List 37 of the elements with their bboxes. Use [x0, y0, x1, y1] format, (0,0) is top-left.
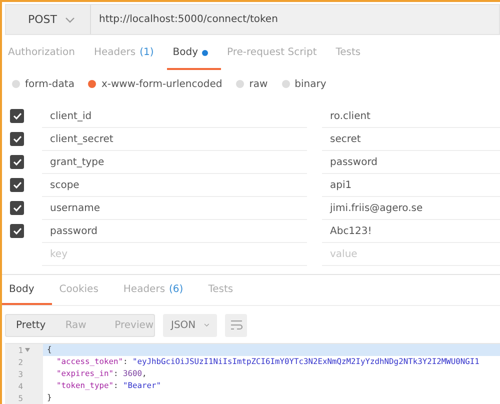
param-key-field[interactable]: client_secret	[42, 128, 307, 152]
param-key-field[interactable]: username	[42, 197, 307, 220]
view-mode-option[interactable]: Pretty	[6, 314, 56, 336]
format-dropdown[interactable]: JSON	[163, 314, 217, 337]
param-key-field[interactable]: scope	[42, 174, 307, 198]
param-value-field[interactable]: password	[322, 151, 500, 174]
body-type-radio[interactable]: x-www-form-urlencoded	[88, 78, 222, 90]
param-value-field[interactable]: Abc123!	[322, 220, 500, 244]
param-value-field[interactable]: secret	[322, 128, 500, 152]
checkmark-icon	[12, 227, 22, 236]
param-checkbox[interactable]	[10, 155, 24, 170]
param-checkbox[interactable]	[10, 109, 24, 124]
param-value-field[interactable]: api1	[322, 174, 500, 198]
chevron-down-icon	[204, 322, 209, 328]
response-tab[interactable]: Body	[2, 277, 52, 305]
param-checkbox[interactable]	[10, 132, 24, 146]
checkmark-icon	[12, 135, 22, 144]
body-type-radio[interactable]: raw	[236, 78, 268, 90]
body-type-radio[interactable]: form-data	[12, 78, 74, 90]
count-label: (6)	[169, 284, 184, 296]
param-value-field[interactable]: jimi.friis@agero.se	[322, 197, 500, 220]
param-checkbox[interactable]	[10, 178, 24, 192]
wrap-lines-button[interactable]	[225, 314, 247, 337]
request-tab[interactable]: Body	[166, 38, 222, 70]
param-checkbox[interactable]	[10, 224, 24, 238]
checkmark-icon	[12, 112, 22, 120]
checkmark-icon	[12, 181, 22, 190]
param-key-field[interactable]: client_id	[42, 105, 307, 128]
checkmark-icon	[12, 204, 22, 212]
body-type-radio[interactable]: binary	[282, 78, 326, 90]
param-checkbox[interactable]	[10, 201, 24, 216]
param-value-field[interactable]: ro.client	[322, 105, 500, 128]
count-label: (1)	[140, 47, 154, 58]
param-key-field[interactable]: grant_type	[42, 151, 307, 174]
param-key-field[interactable]: password	[42, 220, 307, 244]
checkmark-icon	[12, 158, 22, 166]
wrap-lines-icon	[230, 320, 242, 330]
